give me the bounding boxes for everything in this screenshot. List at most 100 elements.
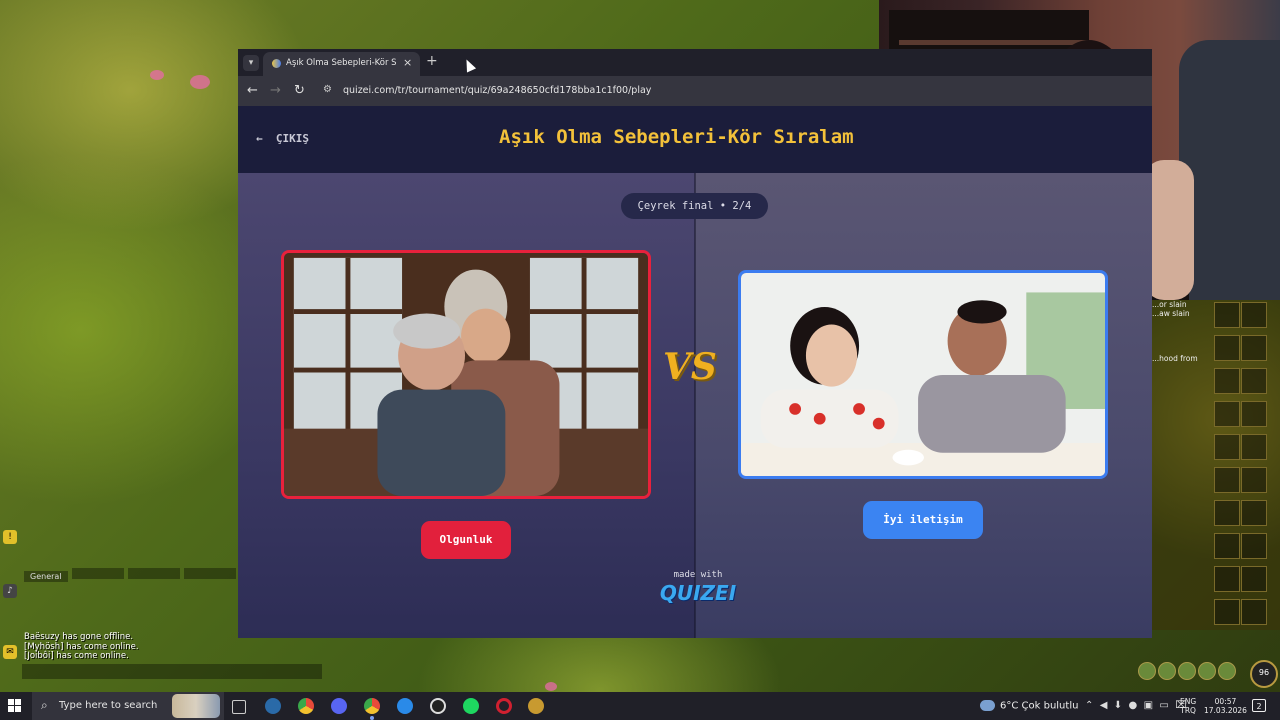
action-slot[interactable] xyxy=(1241,335,1267,361)
steam-icon[interactable] xyxy=(265,698,281,714)
action-slot[interactable] xyxy=(1214,335,1240,361)
browser-tab[interactable]: Aşık Olma Sebepleri-Kör Sıralam × xyxy=(263,52,420,76)
combat-log-line: ...or slain xyxy=(1152,300,1187,309)
game-chat-log: Baësuzy has gone offline. [Myhösh] has c… xyxy=(24,632,139,662)
action-slot[interactable] xyxy=(1241,467,1267,493)
elderly-couple-photo xyxy=(284,253,648,496)
cloud-icon xyxy=(980,700,995,711)
game-chat-bubble-icon[interactable]: ✉ xyxy=(3,645,17,659)
action-slot[interactable] xyxy=(1214,368,1240,394)
language-indicator[interactable]: ENG TRQ xyxy=(1180,697,1196,715)
lang-primary: ENG xyxy=(1180,697,1197,706)
action-slot[interactable] xyxy=(1241,533,1267,559)
action-slot[interactable] xyxy=(1241,434,1267,460)
action-slot[interactable] xyxy=(1241,566,1267,592)
opera-icon[interactable] xyxy=(496,698,512,714)
game-chat-input[interactable] xyxy=(22,664,322,679)
search-highlight-image xyxy=(172,694,220,718)
quiz-page: ← ÇIKIŞ Aşık Olma Sebepleri-Kör Sıralam … xyxy=(238,106,1152,638)
chrome-icon[interactable] xyxy=(298,698,314,714)
menu-orb-icon[interactable] xyxy=(1178,661,1196,680)
windows-taskbar: ⌕ Type here to search 6°C Çok bulutlu ⌃ … xyxy=(0,692,1280,720)
action-slot[interactable] xyxy=(1214,533,1240,559)
choice-button-left[interactable]: Olgunluk xyxy=(421,521,511,559)
clock[interactable]: 00:57 17.03.2026 xyxy=(1204,697,1247,715)
action-bar-slots xyxy=(1214,302,1280,632)
action-slot[interactable] xyxy=(1214,566,1240,592)
left-choice-card[interactable] xyxy=(281,250,651,499)
browser-tab-bar: ▾ Aşık Olma Sebepleri-Kör Sıralam × + xyxy=(238,49,1152,76)
task-view-icon[interactable] xyxy=(232,700,246,714)
chat-tab[interactable] xyxy=(127,568,180,579)
action-slot[interactable] xyxy=(1214,599,1240,625)
chat-tab[interactable] xyxy=(71,568,124,579)
exit-label: ÇIKIŞ xyxy=(275,132,309,145)
menu-orb-icon[interactable] xyxy=(1218,661,1236,680)
spotify-icon[interactable] xyxy=(463,698,479,714)
game-voice-icon[interactable]: ♪ xyxy=(3,584,17,598)
flower-decoration xyxy=(190,75,210,89)
forward-arrow-icon[interactable]: → xyxy=(270,83,281,98)
back-arrow-icon[interactable]: ← xyxy=(247,83,258,98)
quizei-logo[interactable]: QUIZEI xyxy=(658,581,738,605)
search-placeholder: Type here to search xyxy=(59,700,158,711)
combat-log-line: ...hood from xyxy=(1152,354,1198,363)
lang-secondary: TRQ xyxy=(1180,706,1196,715)
quiz-title: Aşık Olma Sebepleri-Kör Sıralam xyxy=(499,126,854,148)
menu-orb-icon[interactable] xyxy=(1158,661,1176,680)
combat-log-line: ...aw slain xyxy=(1152,309,1190,318)
right-choice-card[interactable] xyxy=(738,270,1108,479)
menu-orb-icon[interactable] xyxy=(1138,661,1156,680)
round-indicator: Çeyrek final • 2/4 xyxy=(621,193,768,219)
new-tab-button[interactable]: + xyxy=(426,53,438,69)
notification-center-icon[interactable]: 2 xyxy=(1252,699,1266,712)
action-slot[interactable] xyxy=(1241,302,1267,328)
site-info-icon[interactable]: ⚙ xyxy=(323,84,332,95)
action-slot[interactable] xyxy=(1214,434,1240,460)
back-arrow-icon: ← xyxy=(256,132,263,145)
chat-tab[interactable]: General xyxy=(24,571,68,582)
weather-widget[interactable]: 6°C Çok bulutlu xyxy=(980,700,1078,712)
level-badge: 96 xyxy=(1250,660,1278,688)
chat-tab[interactable] xyxy=(183,568,236,579)
quizei-favicon-icon xyxy=(272,59,281,68)
wow-icon[interactable] xyxy=(528,698,544,714)
page-header: ← ÇIKIŞ Aşık Olma Sebepleri-Kör Sıralam xyxy=(238,106,1152,173)
game-quest-icon[interactable]: ! xyxy=(3,530,17,544)
action-slot[interactable] xyxy=(1214,401,1240,427)
action-slot[interactable] xyxy=(1241,500,1267,526)
obs-icon[interactable] xyxy=(430,698,446,714)
action-slot[interactable] xyxy=(1214,467,1240,493)
action-slot[interactable] xyxy=(1241,599,1267,625)
exit-button[interactable]: ← ÇIKIŞ xyxy=(256,132,309,145)
chat-line: [Joibôi] has come online. xyxy=(24,651,129,661)
chair xyxy=(1179,40,1280,300)
url-field[interactable]: quizei.com/tr/tournament/quiz/69a248650c… xyxy=(343,85,651,96)
versus-icon: VS xyxy=(663,346,717,388)
tab-search-dropdown-icon[interactable]: ▾ xyxy=(243,55,259,71)
taskbar-search[interactable]: ⌕ Type here to search xyxy=(32,692,224,720)
action-slot[interactable] xyxy=(1241,368,1267,394)
tab-title: Aşık Olma Sebepleri-Kör Sıralam xyxy=(286,58,396,68)
clock-date: 17.03.2026 xyxy=(1204,706,1247,715)
choice-button-right[interactable]: İyi iletişim xyxy=(863,501,983,539)
address-bar: ← → ↻ ⚙ quizei.com/tr/tournament/quiz/69… xyxy=(238,76,1152,106)
young-couple-photo xyxy=(741,273,1105,476)
action-slot[interactable] xyxy=(1241,401,1267,427)
app-icon[interactable] xyxy=(397,698,413,714)
reload-icon[interactable]: ↻ xyxy=(294,83,305,98)
system-tray[interactable]: ⌃ ◀ ⬇ ● ▣ ▭ ⌧ xyxy=(1085,700,1187,711)
game-chat-tabs: General xyxy=(24,568,264,582)
chrome-icon[interactable] xyxy=(364,698,380,714)
menu-orb-icon[interactable] xyxy=(1198,661,1216,680)
tab-close-icon[interactable]: × xyxy=(403,56,412,69)
combat-log: ...or slain ...aw slain ...hood from xyxy=(1152,300,1212,363)
weather-text: 6°C Çok bulutlu xyxy=(1000,700,1079,712)
discord-icon[interactable] xyxy=(331,698,347,714)
made-with-label: made with xyxy=(673,570,723,580)
windows-start-icon[interactable] xyxy=(8,699,22,713)
search-icon: ⌕ xyxy=(41,698,48,712)
flower-decoration xyxy=(150,70,164,80)
action-slot[interactable] xyxy=(1214,302,1240,328)
action-slot[interactable] xyxy=(1214,500,1240,526)
